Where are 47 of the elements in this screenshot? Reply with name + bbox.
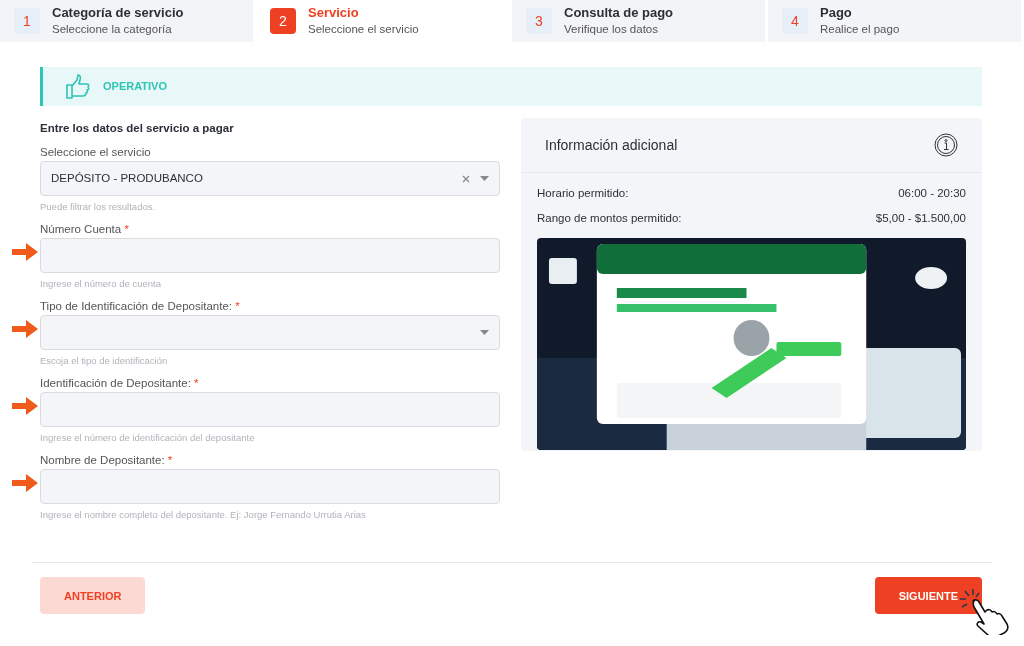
step-subtitle: Seleccione el servicio	[308, 22, 419, 37]
input-field[interactable]	[40, 469, 500, 505]
step-number: 3	[526, 8, 552, 34]
clear-icon[interactable]	[462, 174, 470, 183]
form-heading: Entre los datos del servicio a pagar	[40, 121, 235, 136]
input-field[interactable]	[40, 392, 500, 428]
input-field[interactable]	[40, 238, 500, 274]
step-title: Categoría de servicio	[52, 5, 184, 21]
required-mark: *	[124, 223, 129, 236]
caret-icon[interactable]	[480, 176, 489, 182]
step-title: Consulta de pago	[564, 5, 674, 21]
step-tab[interactable]: 4 Pago Realice el pago	[768, 0, 1021, 42]
step-number: 4	[782, 8, 808, 34]
field-hint: Ingrese el número de cuenta	[40, 277, 162, 292]
required-mark: *	[167, 454, 173, 467]
thumbs-up-icon	[65, 73, 91, 100]
required-mark: *	[194, 377, 199, 390]
step-tab[interactable]: 3 Consulta de pago Verifique los datos	[512, 0, 765, 42]
step-subtitle: Verifique los datos	[564, 22, 659, 37]
caret-icon[interactable]	[480, 330, 489, 336]
required-mark: *	[235, 300, 240, 313]
step-subtitle: Realice el pago	[820, 22, 900, 37]
field-hint: Escoja el tipo de identificación	[40, 354, 169, 369]
field-label: Seleccione el servicio	[40, 145, 152, 161]
card-title: Información adicional	[545, 135, 678, 155]
field-label: Nombre de Depositante: *	[40, 453, 174, 469]
step-tab[interactable]: 1 Categoría de servicio Seleccione la categoría	[0, 0, 253, 42]
field-label: Número Cuenta *	[40, 222, 130, 238]
info-label: Rango de montos permitido:	[537, 211, 682, 227]
info-value: $5,00 - $1.500,00	[875, 211, 966, 227]
step-number: 1	[14, 8, 40, 34]
step-title: Servicio	[308, 5, 360, 21]
field-label: Identificación de Depositante: *	[40, 376, 200, 392]
field-hint: Puede filtrar los resultados.	[40, 200, 157, 215]
dropdown-field[interactable]	[40, 315, 500, 351]
field-hint: Ingrese el nombre completo del depositante. Ej: Jorge Fernando Urrutia Arias	[40, 508, 367, 523]
info-label: Horario permitido:	[537, 186, 629, 201]
select-field[interactable]: DEPÓSITO - PRODUBANCO	[40, 161, 500, 197]
info-value: 06:00 - 20:30	[898, 186, 966, 201]
step-title: Pago	[820, 5, 853, 21]
field-label: Tipo de Identificación de Depositante: *	[40, 299, 241, 315]
step-subtitle: Seleccione la categoría	[52, 22, 173, 37]
field-hint: Ingrese el número de identificación del depositante	[40, 431, 256, 446]
status-label: OPERATIVO	[103, 79, 167, 95]
info-icon	[934, 133, 958, 157]
next-button[interactable]: SIGUIENTE	[874, 577, 982, 615]
step-number: 2	[270, 8, 296, 34]
